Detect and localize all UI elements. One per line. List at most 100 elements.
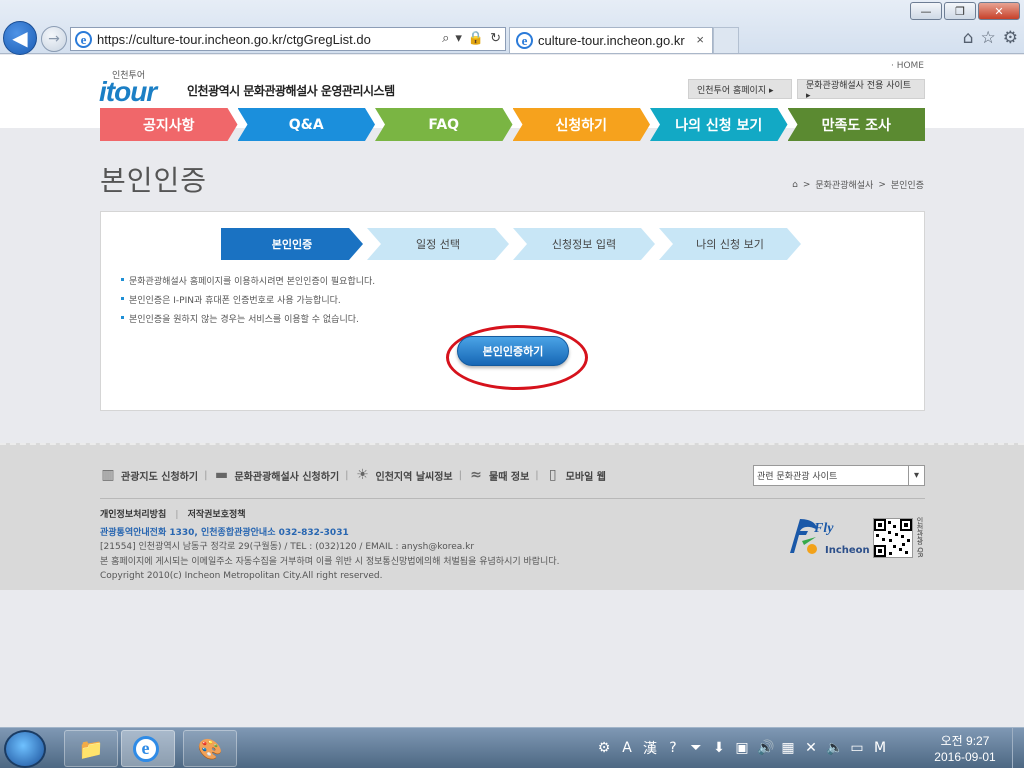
tray-expand-icon[interactable]: ⏷ [688, 740, 704, 756]
address-bar[interactable]: e https://culture-tour.incheon.go.kr/ctg… [70, 27, 506, 51]
browser-titlebar: ◀ → e https://culture-tour.incheon.go.kr… [0, 0, 1024, 55]
footer-link-guide-apply[interactable]: ▬ 문화관광해설사 신청하기 [213, 467, 339, 483]
guide-site-button[interactable]: 문화관광해설사 전용 사이트 ▸ [797, 79, 925, 101]
taskbar-paint[interactable]: 🎨 [183, 730, 237, 767]
new-tab-button[interactable] [713, 27, 739, 53]
weather-icon: ☀ [356, 467, 369, 483]
minimize-button[interactable]: — [910, 2, 942, 20]
privacy-policy-link[interactable]: 개인정보처리방침 [100, 510, 166, 520]
tray-network-icon[interactable]: ▦ [780, 740, 796, 756]
folder-icon: 📁 [78, 736, 104, 761]
fly-incheon-logo: Fly Incheon [790, 515, 870, 565]
taskbar-internet-explorer[interactable]: e [121, 730, 175, 767]
fly-logo-city: Incheon [825, 545, 870, 556]
menu-survey[interactable]: 만족도 조사 [787, 108, 925, 141]
system-tray: ⚙ A 漢 ? ⏷ ⬇ ▣ 🔊 ▦ ✕ 🔈 ▭ M [596, 738, 888, 758]
tray-help-icon[interactable]: ? [665, 740, 681, 756]
home-link[interactable]: · HOME [891, 61, 924, 71]
wave-icon: ≈ [470, 467, 482, 483]
browser-tools: ⌂ ☆ ⚙ [963, 28, 1018, 48]
settings-gear-icon[interactable]: ⚙ [1003, 28, 1018, 48]
tab-title: culture-tour.incheon.go.kr [538, 33, 685, 48]
tab-close-icon[interactable]: × [696, 32, 704, 47]
tray-alert-icon[interactable]: ✕ [803, 740, 819, 756]
refresh-icon[interactable]: ↻ [490, 30, 501, 46]
taskbar-clock[interactable]: 오전 9:27 2016-09-01 [924, 733, 1006, 765]
favorites-star-icon[interactable]: ☆ [981, 28, 996, 48]
tray-m-icon[interactable]: M [872, 740, 888, 756]
menu-apply[interactable]: 신청하기 [513, 108, 651, 141]
footer-link-label: 관광지도 신청하기 [121, 471, 199, 483]
footer-separator: | [345, 469, 349, 481]
speech-bubble-icon: ▬ [214, 467, 229, 483]
incheon-tour-home-button[interactable]: 인천투어 홈페이지 ▸ [688, 79, 792, 99]
step-my-applications: 나의 신청 보기 [659, 228, 801, 260]
ie-page-icon: e [75, 30, 92, 48]
forward-button[interactable]: → [41, 26, 67, 52]
internet-explorer-icon: e [132, 735, 159, 762]
footer-info: 개인정보처리방침 | 저작권보호정책 관광통역안내전화 1330, 인천종합관광… [100, 508, 559, 584]
back-button[interactable]: ◀ [3, 21, 37, 55]
tray-display-icon[interactable]: ▭ [849, 740, 865, 756]
site-title: 인천광역시 문화관광해설사 운영관리시스템 [187, 84, 395, 98]
footer-divider [100, 498, 925, 499]
show-desktop-button[interactable] [1012, 728, 1024, 768]
tray-app-icon[interactable]: ▣ [734, 740, 750, 756]
footer-separator: | [204, 469, 208, 481]
home-icon[interactable]: ⌂ [963, 28, 974, 48]
search-icon[interactable]: ⌕ [442, 30, 449, 46]
menu-my-applications[interactable]: 나의 신청 보기 [650, 108, 788, 141]
copyright-policy-link[interactable]: 저작권보호정책 [188, 510, 246, 520]
footer-link-tour-map[interactable]: ▥ 관광지도 신청하기 [100, 467, 198, 483]
url-text: https://culture-tour.incheon.go.kr/ctgGr… [97, 31, 371, 47]
step-indicator: 본인인증 일정 선택 신청정보 입력 나의 신청 보기 [221, 228, 805, 260]
clock-time: 오전 9:27 [940, 734, 990, 748]
tray-settings-icon[interactable]: ⚙ [596, 740, 612, 756]
related-sites-select[interactable]: 관련 문화관광 사이트 ▾ [753, 465, 925, 486]
breadcrumb-home-icon[interactable]: ⌂ [792, 180, 798, 190]
footer-link-tide[interactable]: ≈ 물때 정보 [468, 467, 529, 483]
footer-link-mobile[interactable]: ▯ 모바일 웹 [545, 467, 606, 483]
tray-volume-icon[interactable]: 🔊 [757, 740, 774, 756]
tray-ime-hanja-icon[interactable]: 漢 [642, 738, 658, 758]
tray-download-icon[interactable]: ⬇ [711, 740, 727, 756]
lock-icon[interactable]: 🔒 [468, 30, 484, 46]
menu-notice[interactable]: 공지사항 [100, 108, 238, 141]
window-buttons: — ❐ ✕ [910, 2, 1020, 20]
footer-link-label: 물때 정보 [489, 471, 530, 483]
tab-ie-icon: e [516, 32, 533, 49]
footer-link-label: 모바일 웹 [565, 471, 606, 483]
itour-logo[interactable]: 인천투어 itour [99, 66, 179, 110]
notice-list: 문화관광해설사 홈페이지를 이용하시려면 본인인증이 필요합니다. 본인인증은 … [121, 274, 375, 331]
tray-speaker-icon[interactable]: 🔈 [826, 740, 843, 756]
step-info: 신청정보 입력 [513, 228, 655, 260]
qr-code-icon [874, 519, 912, 557]
taskbar-explorer[interactable]: 📁 [64, 730, 118, 767]
menu-qna[interactable]: Q&A [238, 108, 376, 141]
breadcrumb-section[interactable]: 문화관광해설사 [815, 178, 873, 191]
page-title: 본인인증 [100, 164, 208, 197]
chevron-down-icon[interactable]: ▾ [908, 466, 924, 485]
browser-tab[interactable]: e culture-tour.incheon.go.kr × [509, 27, 713, 53]
footer-email-notice: 본 홈페이지에 게시되는 이메일주소 자동수집을 거부하며 이를 위반 시 정보… [100, 556, 560, 567]
notice-item: 본인인증은 I-PIN과 휴대폰 인증번호로 사용 가능합니다. [121, 293, 375, 306]
clock-date: 2016-09-01 [934, 750, 996, 764]
footer-link-weather[interactable]: ☀ 인천지역 날씨정보 [355, 467, 452, 483]
main-menu: 공지사항 Q&A FAQ 신청하기 나의 신청 보기 만족도 조사 [100, 108, 925, 141]
start-button[interactable] [4, 730, 46, 768]
related-sites-value: 관련 문화관광 사이트 [757, 472, 838, 482]
footer-links: ▥ 관광지도 신청하기 | ▬ 문화관광해설사 신청하기 | ☀ 인천지역 날씨정보 … [100, 467, 606, 483]
dropdown-icon[interactable]: ▾ [455, 30, 462, 46]
verification-panel: 본인인증 일정 선택 신청정보 입력 나의 신청 보기 문화관광해설사 홈페이지… [100, 211, 925, 411]
step-verification: 본인인증 [221, 228, 363, 260]
breadcrumb-separator: > [878, 179, 886, 190]
close-button[interactable]: ✕ [978, 2, 1020, 20]
logo-text: itour [99, 76, 157, 107]
menu-faq[interactable]: FAQ [375, 108, 513, 141]
maximize-button[interactable]: ❐ [944, 2, 976, 20]
tray-ime-a-icon[interactable]: A [619, 740, 635, 756]
verify-identity-button[interactable]: 본인인증하기 [457, 336, 569, 366]
mobile-phone-icon: ▯ [548, 467, 557, 483]
notice-item: 본인인증을 원하지 않는 경우는 서비스를 이용할 수 없습니다. [121, 312, 375, 325]
qr-label: 인천관광 QR [916, 517, 924, 558]
